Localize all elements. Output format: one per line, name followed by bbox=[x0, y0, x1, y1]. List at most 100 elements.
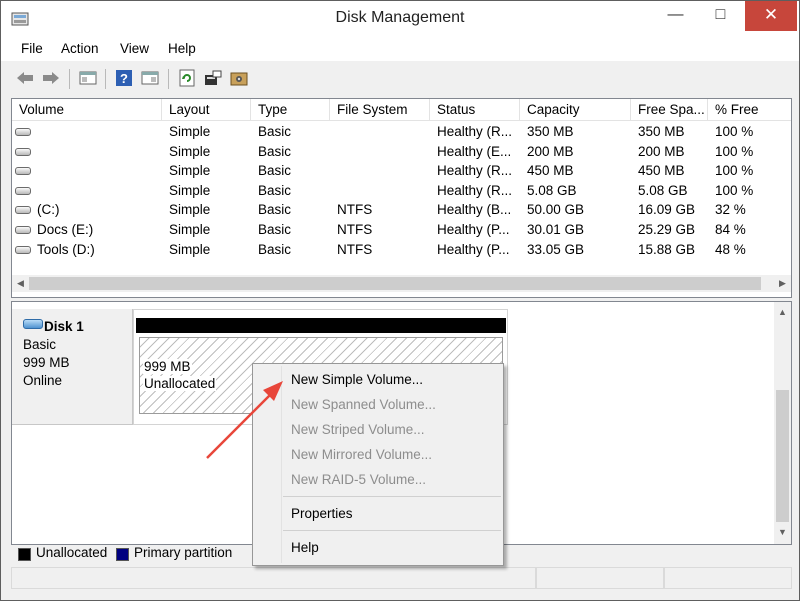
cell-layout: Simple bbox=[169, 222, 211, 237]
cell-percent-free: 100 % bbox=[715, 124, 754, 139]
column-header-free-space[interactable]: Free Spa... bbox=[631, 99, 708, 121]
disk-type: Basic bbox=[23, 337, 57, 352]
cell-layout: Simple bbox=[169, 241, 211, 257]
back-arrow-icon[interactable] bbox=[15, 69, 35, 87]
cell-layout: Simple bbox=[169, 182, 211, 198]
menu-view[interactable]: View bbox=[120, 41, 149, 56]
rescan-disks-icon[interactable] bbox=[203, 69, 223, 87]
cell-layout: Simple bbox=[169, 124, 211, 139]
menu-item-new-raid5-volume[interactable]: New RAID-5 Volume... bbox=[291, 472, 426, 487]
cell-status: Healthy (R... bbox=[437, 124, 513, 139]
horizontal-scroll-thumb[interactable] bbox=[29, 277, 761, 290]
legend-swatch-primary-partition bbox=[116, 548, 129, 561]
menu-file[interactable]: File bbox=[21, 41, 43, 56]
cell-type: Basic bbox=[258, 182, 292, 198]
table-row[interactable]: Simple Basic Healthy (E... 200 MB 200 MB 100 … bbox=[12, 142, 791, 162]
menu-action[interactable]: Action bbox=[61, 41, 99, 56]
cell-capacity: 200 MB bbox=[527, 143, 574, 159]
cell-percent-free: 100 % bbox=[715, 163, 754, 179]
cell-free-space: 200 MB bbox=[638, 143, 685, 159]
volume-disk-icon bbox=[15, 128, 31, 136]
vertical-scrollbar[interactable]: ▲ ▼ bbox=[774, 302, 791, 544]
cell-capacity: 30.01 GB bbox=[527, 222, 585, 237]
cell-status: Healthy (P... bbox=[437, 241, 510, 257]
column-header-volume[interactable]: Volume bbox=[12, 99, 162, 121]
column-header-percent-free[interactable]: % Free bbox=[708, 99, 791, 121]
cell-free-space: 350 MB bbox=[638, 124, 685, 139]
cell-type: Basic bbox=[258, 124, 292, 139]
cell-type: Basic bbox=[258, 222, 292, 237]
svg-text:?: ? bbox=[120, 71, 128, 86]
cell-capacity: 450 MB bbox=[527, 163, 574, 179]
column-header-status[interactable]: Status bbox=[430, 99, 520, 121]
cell-type: Basic bbox=[258, 143, 292, 159]
cell-free-space: 25.29 GB bbox=[638, 222, 696, 237]
help-icon[interactable]: ? bbox=[114, 69, 134, 87]
status-segment bbox=[664, 567, 792, 589]
volume-disk-icon bbox=[15, 147, 31, 156]
volume-disk-icon bbox=[15, 245, 31, 254]
cell-capacity: 350 MB bbox=[527, 124, 574, 139]
maximize-button[interactable]: □ bbox=[698, 1, 743, 31]
vertical-scroll-thumb[interactable] bbox=[776, 390, 789, 522]
cell-file-system: NTFS bbox=[337, 202, 373, 218]
legend-swatch-unallocated bbox=[18, 548, 31, 561]
table-row[interactable]: Docs (E:) Simple Basic NTFS Healthy (P... 30.… bbox=[12, 220, 791, 240]
table-row[interactable]: Tools (D:) Simple Basic NTFS Healthy (P... 33… bbox=[12, 240, 791, 260]
toolbar: ? bbox=[1, 63, 799, 93]
table-row[interactable]: Simple Basic Healthy (R... 5.08 GB 5.08 GB 10… bbox=[12, 181, 791, 201]
scroll-up-arrow-icon[interactable]: ▲ bbox=[774, 304, 791, 321]
menu-item-properties[interactable]: Properties bbox=[291, 506, 353, 521]
console-tree-icon[interactable] bbox=[140, 69, 160, 87]
menu-item-new-mirrored-volume[interactable]: New Mirrored Volume... bbox=[291, 447, 432, 462]
volume-list: Volume Layout Type File System Status Ca… bbox=[11, 98, 792, 298]
table-row[interactable]: Simple Basic Healthy (R... 350 MB 350 MB 100 … bbox=[12, 122, 791, 142]
scroll-left-arrow-icon[interactable]: ◀ bbox=[12, 275, 29, 292]
menu-item-new-simple-volume[interactable]: New Simple Volume... bbox=[291, 372, 423, 387]
toolbar-separator bbox=[69, 69, 70, 89]
scroll-right-arrow-icon[interactable]: ▶ bbox=[774, 275, 791, 292]
scroll-down-arrow-icon[interactable]: ▼ bbox=[774, 524, 791, 541]
legend-label-unallocated: Unallocated bbox=[36, 545, 108, 560]
volume-disk-icon bbox=[15, 206, 31, 215]
menu-item-help[interactable]: Help bbox=[291, 540, 319, 555]
menu-item-new-spanned-volume[interactable]: New Spanned Volume... bbox=[291, 397, 436, 412]
minimize-button[interactable]: — bbox=[653, 1, 698, 31]
column-header-layout[interactable]: Layout bbox=[162, 99, 251, 121]
partition-size: 999 MB bbox=[143, 359, 192, 374]
cell-layout: Simple bbox=[169, 163, 211, 179]
disk-management-window: Disk Management — □ ✕ File Action View H… bbox=[0, 0, 800, 601]
horizontal-scrollbar[interactable]: ◀ ▶ bbox=[12, 275, 791, 292]
disk-status: Online bbox=[23, 373, 63, 388]
disk-name: Disk 1 bbox=[44, 319, 84, 334]
status-bar bbox=[11, 567, 792, 589]
table-row[interactable]: (C:) Simple Basic NTFS Healthy (B... 50.00 GB… bbox=[12, 200, 791, 220]
properties-pane-icon[interactable] bbox=[78, 69, 98, 87]
volume-disk-icon bbox=[15, 167, 31, 176]
cell-file-system: NTFS bbox=[337, 222, 373, 237]
menu-bar: File Action View Help bbox=[1, 37, 799, 61]
cell-status: Healthy (R... bbox=[437, 182, 513, 198]
disk-info-panel[interactable]: Disk 1 Basic 999 MB Online bbox=[12, 309, 133, 425]
status-segment bbox=[11, 567, 536, 589]
close-button[interactable]: ✕ bbox=[745, 1, 797, 31]
disk-icon bbox=[23, 319, 43, 329]
cell-type: Basic bbox=[258, 163, 292, 179]
context-menu-separator bbox=[283, 496, 501, 497]
cell-percent-free: 100 % bbox=[715, 143, 754, 159]
settings-icon[interactable] bbox=[229, 69, 249, 87]
context-menu-gutter bbox=[281, 366, 282, 563]
menu-help[interactable]: Help bbox=[168, 41, 196, 56]
cell-type: Basic bbox=[258, 241, 292, 257]
cell-layout: Simple bbox=[169, 143, 211, 159]
table-row[interactable]: Simple Basic Healthy (R... 450 MB 450 MB 100 … bbox=[12, 161, 791, 181]
cell-capacity: 5.08 GB bbox=[527, 182, 577, 198]
refresh-icon[interactable] bbox=[177, 69, 197, 87]
column-header-type[interactable]: Type bbox=[251, 99, 330, 121]
menu-item-new-striped-volume[interactable]: New Striped Volume... bbox=[291, 422, 425, 437]
column-header-file-system[interactable]: File System bbox=[330, 99, 430, 121]
cell-status: Healthy (E... bbox=[437, 143, 512, 159]
column-header-capacity[interactable]: Capacity bbox=[520, 99, 631, 121]
forward-arrow-icon[interactable] bbox=[41, 69, 61, 87]
legend-label-primary-partition: Primary partition bbox=[134, 545, 233, 560]
